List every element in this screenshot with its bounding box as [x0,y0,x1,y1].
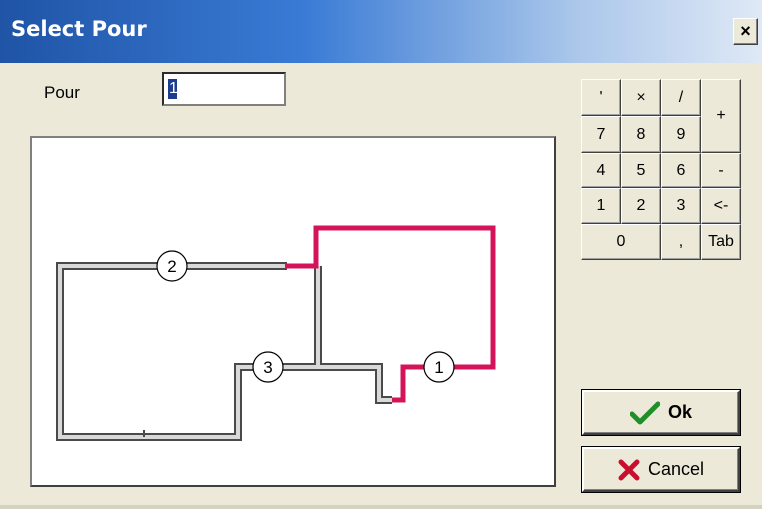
title-bar: Select Pour × [0,0,762,63]
pour-2-outline[interactable] [56,262,287,441]
ok-button[interactable]: Ok [582,390,740,435]
pour-3-marker-label: 3 [263,358,272,377]
numeric-keypad: ' × / + 7 8 9 4 5 6 - 1 2 3 <- 0 , Tab [581,79,741,260]
key-1[interactable]: 1 [581,188,621,224]
pour-2-marker-label: 2 [167,257,176,276]
pour-1-marker-label: 1 [434,358,443,377]
pour-3-marker[interactable]: 3 [252,351,284,383]
key-comma[interactable]: , [661,224,701,260]
key-4[interactable]: 4 [581,153,621,188]
key-8[interactable]: 8 [621,116,661,153]
dialog-bottom-edge [0,505,762,509]
pour-1-marker[interactable]: 1 [423,351,455,383]
red-x-icon [618,459,640,481]
key-3[interactable]: 3 [661,188,701,224]
cancel-button[interactable]: Cancel [582,447,740,492]
key-2[interactable]: 2 [621,188,661,224]
pour-2-marker[interactable]: 2 [156,250,188,282]
key-tab[interactable]: Tab [701,224,741,260]
pour-label: Pour [44,83,80,102]
key-7[interactable]: 7 [581,116,621,153]
key-0[interactable]: 0 [581,224,661,260]
close-button[interactable]: × [733,18,758,45]
key-backspace[interactable]: <- [701,188,741,224]
pour-3-outline[interactable] [282,266,392,404]
key-minus[interactable]: - [701,153,741,188]
key-6[interactable]: 6 [661,153,701,188]
cancel-button-label: Cancel [647,459,705,479]
pour-layout-drawing: 2 3 1 [56,225,496,441]
checkmark-icon [629,401,660,425]
pour-drawing-canvas[interactable]: 2 3 1 [30,136,556,487]
ok-button-label: Ok [667,402,692,422]
key-divide[interactable]: / [661,79,701,116]
key-plus[interactable]: + [701,79,741,153]
key-apostrophe[interactable]: ' [581,79,621,116]
pour-input-selected-text: 1 [169,80,178,97]
key-9[interactable]: 9 [661,116,701,153]
pour-input[interactable] [162,72,286,106]
key-5[interactable]: 5 [621,153,661,188]
dialog-title: Select Pour [11,17,147,41]
key-multiply[interactable]: × [621,79,661,116]
select-pour-dialog: Select Pour × Pour 1 2 [0,0,762,509]
